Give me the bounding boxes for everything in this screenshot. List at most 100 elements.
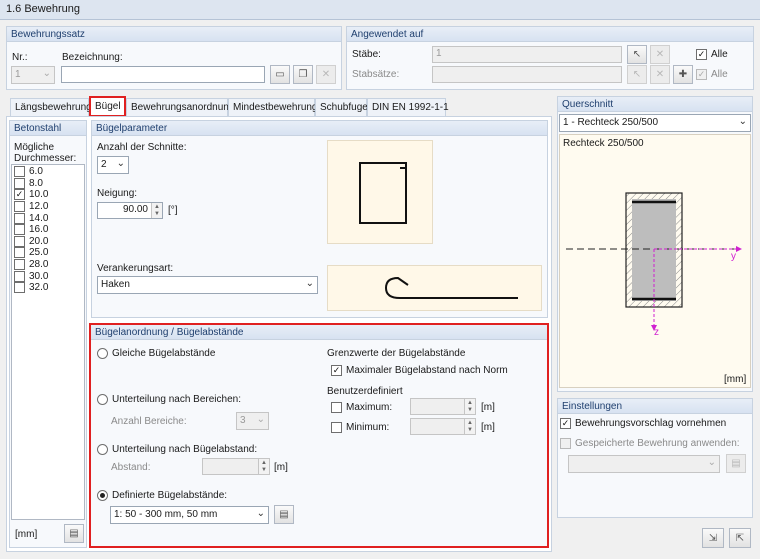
neigung-input[interactable]: 90.00 ▲ ▼ [97,202,163,219]
schnitte-select[interactable]: 2 ⌄ [97,156,129,174]
tab-bewehrungsanordnung[interactable]: Bewehrungsanordnung [126,98,234,116]
alle2-checkbox[interactable]: ✓ [696,69,707,80]
stabsaetze-pick-button[interactable]: ↖ [627,65,647,84]
nr-select[interactable]: 1 ⌄ [11,66,55,84]
diameter-checkbox[interactable] [14,166,25,178]
copy-set-button[interactable]: ❐ [293,65,313,84]
diameter-value: 16.0 [29,224,49,236]
list-item[interactable]: 25.0 [14,247,48,259]
max-norm-checkbox[interactable]: ✓ [331,365,342,376]
list-item[interactable]: 16.0 [14,224,48,236]
maximum-input[interactable]: ▲ ▼ [410,398,476,415]
definiert-select[interactable]: 1: 50 - 300 mm, 50 mm ⌄ [110,506,269,524]
definiert-edit-button[interactable]: ▤ [274,505,294,524]
opt-definiert-row[interactable]: Definierte Bügelabstände: [97,490,227,501]
maximum-spinner[interactable]: ▲ ▼ [464,399,475,414]
tab-laengsbewehrung[interactable]: Längsbewehrung [10,98,92,116]
import-button[interactable]: ⇲ [702,528,724,548]
vorschlag-checkbox[interactable]: ✓ [560,418,571,429]
minimum-input[interactable]: ▲ ▼ [410,418,476,435]
radio-gleich[interactable] [97,348,108,359]
opt-bereiche-row[interactable]: Unterteilung nach Bereichen: [97,394,241,405]
alle-checkbox[interactable]: ✓ [696,49,707,60]
betonstahl-edit-button[interactable]: ▤ [64,524,84,543]
gespeichert-edit-button[interactable]: ▤ [726,454,746,473]
staebe-clear-button[interactable]: ✕ [650,45,670,64]
stabsaetze-clear-button[interactable]: ✕ [650,65,670,84]
maximum-checkbox[interactable] [331,402,342,413]
minimum-spinner[interactable]: ▲ ▼ [464,419,475,434]
abstand-spinner[interactable]: ▲ ▼ [258,459,269,474]
gespeichert-row[interactable]: Gespeicherte Bewehrung anwenden: [560,438,740,449]
diameter-value: 14.0 [29,212,49,224]
diameter-checkbox[interactable] [14,270,25,282]
einstellungen-header: Einstellungen [558,399,752,414]
staebe-pick-button[interactable]: ↖ [627,45,647,64]
neigung-spinner[interactable]: ▲ ▼ [151,203,162,218]
cross-section-icon [566,192,742,331]
diameter-value: 25.0 [29,247,49,259]
opt-gleich-row[interactable]: Gleiche Bügelabstände [97,348,215,359]
diameter-checkbox[interactable] [14,224,25,236]
chevron-down-icon: ⌄ [707,457,716,468]
opt-abstand-label: Unterteilung nach Bügelabstand: [112,444,258,455]
stabsaetze-input[interactable] [432,66,622,83]
querschnitt-select[interactable]: 1 - Rechteck 250/500 ⌄ [559,114,751,132]
stirrup-image [327,140,433,244]
querschnitt-value: 1 - Rechteck 250/500 [563,117,659,128]
alle-checkbox-row[interactable]: ✓ Alle [696,49,728,60]
export-button[interactable]: ⇱ [729,528,751,548]
spin-down-icon: ▼ [261,466,267,473]
delete-set-button[interactable]: ✕ [316,65,336,84]
alle2-checkbox-row[interactable]: ✓ Alle [696,69,728,80]
diameter-checkbox[interactable] [14,201,25,213]
diameter-checkbox[interactable] [14,247,25,259]
tab-din-en[interactable]: DIN EN 1992-1-1 [367,98,449,116]
vorschlag-row[interactable]: ✓ Bewehrungsvorschlag vornehmen [560,418,726,429]
stabsaetze-new-button[interactable]: ✚ [673,65,693,84]
delete-icon: ✕ [655,49,665,60]
list-item[interactable]: 12.0 [14,201,48,213]
radio-bereiche[interactable] [97,394,108,405]
list-item[interactable]: ✓ 10.0 [14,189,48,201]
list-item[interactable]: 32.0 [14,282,48,294]
neigung-unit: [°] [168,205,178,216]
list-item[interactable]: 28.0 [14,259,48,271]
max-norm-row[interactable]: ✓ Maximaler Bügelabstand nach Norm [331,365,508,376]
nr-value: 1 [15,69,21,80]
diameter-checkbox[interactable] [14,212,25,224]
radio-abstand[interactable] [97,444,108,455]
radio-definiert[interactable] [97,490,108,501]
gespeichert-select[interactable]: ⌄ [568,455,720,473]
list-item[interactable]: 8.0 [14,177,48,190]
diameter-checkbox[interactable] [14,235,25,247]
opt-abstand-row[interactable]: Unterteilung nach Bügelabstand: [97,444,257,455]
betonstahl-header: Betonstahl [10,121,86,136]
list-item[interactable]: 20.0 [14,235,48,248]
abstand-input[interactable]: ▲ ▼ [202,458,270,475]
stirrup-shape-icon [359,162,407,224]
minimum-checkbox[interactable] [331,422,342,433]
diameter-checkbox[interactable] [14,177,25,189]
tab-schubfuge[interactable]: Schubfuge [315,98,368,116]
minimum-row[interactable]: Minimum: [331,422,389,433]
new-set-button[interactable]: ▭ [270,65,290,84]
list-item[interactable]: 30.0 [14,270,48,282]
bezeichnung-input[interactable] [61,66,265,83]
durchmesser-label-2: Durchmesser: [14,153,77,164]
anzahl-bereiche-select[interactable]: 3 ⌄ [236,412,269,430]
new-set-icon: ✚ [678,69,688,80]
diameter-checkbox[interactable]: ✓ [14,189,25,201]
tab-mindestbewehrung[interactable]: Mindestbewehrung [228,98,318,116]
diameter-value: 10.0 [29,189,49,201]
gespeichert-checkbox[interactable] [560,438,571,449]
staebe-input[interactable]: 1 [432,46,622,63]
tab-buegel[interactable]: Bügel [89,96,126,117]
list-item[interactable]: 6.0 [14,166,48,178]
verankerung-select[interactable]: Haken ⌄ [97,276,318,294]
diameter-checkbox[interactable] [14,259,25,271]
diameter-checkbox[interactable] [14,282,25,294]
maximum-row[interactable]: Maximum: [331,402,392,413]
list-item[interactable]: 14.0 [14,212,48,224]
verankerung-value: Haken [101,279,130,290]
